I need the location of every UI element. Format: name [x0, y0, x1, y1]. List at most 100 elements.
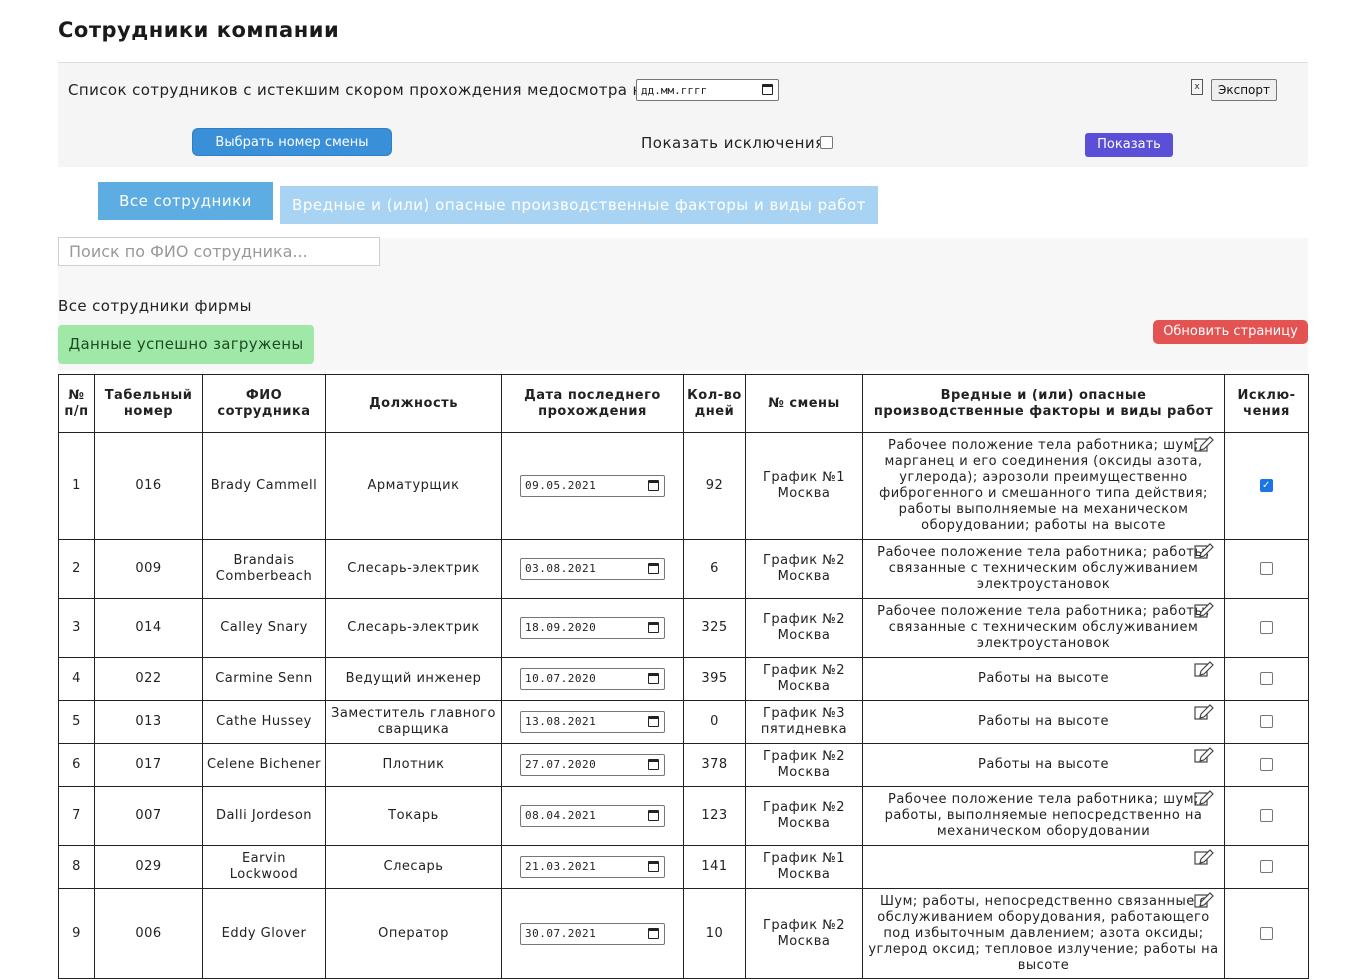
table-row: 1 016 Brady Cammell Арматурщик 09.05.2021 92 Г…	[58, 432, 1309, 540]
date-value: 03.08.2021	[525, 562, 597, 575]
cell-exceptions: ✓	[1224, 432, 1309, 540]
date-value: 08.04.2021	[525, 809, 597, 822]
edit-icon[interactable]	[1194, 892, 1214, 908]
date-value: 09.05.2021	[525, 479, 597, 492]
edit-icon[interactable]	[1194, 602, 1214, 618]
tab-all-employees[interactable]: Все сотрудники	[98, 182, 273, 220]
header-exceptions[interactable]: Исклю-чения	[1224, 374, 1309, 433]
cell-days: 395	[683, 657, 746, 701]
cell-tab-number: 013	[94, 700, 203, 744]
date-filter-input[interactable]: дд.мм.гггг	[636, 79, 779, 101]
exception-checkbox[interactable]	[1260, 715, 1273, 728]
cell-fio: Earvin Lockwood	[202, 845, 326, 889]
calendar-icon[interactable]	[648, 927, 659, 939]
calendar-icon[interactable]	[648, 861, 659, 872]
cell-fio: Brandais Comberbeach	[202, 539, 326, 599]
date-input[interactable]: 27.07.2020	[520, 754, 665, 776]
cell-num: 8	[58, 845, 95, 889]
calendar-icon[interactable]	[648, 480, 659, 491]
exception-checkbox[interactable]	[1260, 860, 1273, 873]
cell-days: 0	[683, 700, 746, 744]
cell-position: Слесарь-электрик	[325, 539, 502, 599]
exception-checkbox[interactable]	[1260, 621, 1273, 634]
employees-table: № п/п Табельный номер ФИО сотрудника Дол…	[58, 374, 1309, 979]
cell-position: Ведущий инженер	[325, 657, 502, 701]
cell-fio: Cathe Hussey	[202, 700, 326, 744]
date-input[interactable]: 03.08.2021	[520, 558, 665, 580]
cell-shift: График №1 Москва	[745, 845, 863, 889]
edit-icon[interactable]	[1194, 543, 1214, 559]
edit-icon[interactable]	[1194, 661, 1214, 677]
filter-panel: Список сотрудников с истекшим скором про…	[58, 62, 1308, 167]
date-input[interactable]: 10.07.2020	[520, 668, 665, 690]
cell-position: Арматурщик	[325, 432, 502, 540]
cell-harm: Рабочее положение тела работника; работы…	[862, 539, 1225, 599]
cell-num: 6	[58, 743, 95, 787]
date-value: 21.03.2021	[525, 860, 597, 873]
cell-date: 10.07.2020	[501, 657, 684, 701]
exception-checkbox[interactable]: ✓	[1260, 479, 1273, 492]
edit-icon[interactable]	[1194, 790, 1214, 806]
header-position[interactable]: Должность	[325, 374, 502, 433]
show-button[interactable]: Показать	[1085, 133, 1173, 157]
date-input[interactable]: 21.03.2021	[520, 856, 665, 878]
date-input[interactable]: 08.04.2021	[520, 805, 665, 827]
exception-checkbox[interactable]	[1260, 758, 1273, 771]
cell-tab-number: 007	[94, 786, 203, 846]
show-exceptions-checkbox[interactable]	[820, 136, 833, 149]
header-num[interactable]: № п/п	[58, 374, 95, 433]
date-input[interactable]: 09.05.2021	[520, 475, 665, 497]
exception-checkbox[interactable]	[1260, 926, 1273, 940]
exception-checkbox[interactable]	[1260, 809, 1273, 822]
cell-harm: Работы на высоте	[862, 657, 1225, 701]
date-input[interactable]: 13.08.2021	[520, 711, 665, 733]
date-value: 27.07.2020	[525, 758, 597, 771]
cell-exceptions	[1224, 786, 1309, 846]
select-shift-button[interactable]: Выбрать номер смены	[192, 128, 392, 156]
date-input[interactable]: 18.09.2020	[520, 617, 665, 639]
calendar-icon[interactable]	[648, 759, 659, 770]
excel-file-icon: x	[1191, 79, 1203, 95]
cell-num: 9	[58, 888, 95, 979]
cell-days: 92	[683, 432, 746, 540]
cell-shift: График №2 Москва	[745, 888, 863, 979]
header-fio[interactable]: ФИО сотрудника	[202, 374, 326, 433]
cell-tab-number: 017	[94, 743, 203, 787]
exception-checkbox[interactable]	[1260, 672, 1273, 685]
cell-days: 10	[683, 888, 746, 979]
section-label: Все сотрудники фирмы	[58, 297, 252, 315]
cell-num: 7	[58, 786, 95, 846]
cell-position: Слесарь-электрик	[325, 598, 502, 658]
cell-date: 30.07.2021	[501, 888, 684, 979]
header-days[interactable]: Кол-во дней	[683, 374, 746, 433]
header-tab-number[interactable]: Табельный номер	[94, 374, 203, 433]
date-input[interactable]: 30.07.2021	[520, 922, 665, 945]
tab-harmful-factors[interactable]: Вредные и (или) опасные производственные…	[280, 186, 878, 224]
cell-shift: График №2 Москва	[745, 598, 863, 658]
edit-icon[interactable]	[1194, 704, 1214, 720]
cell-tab-number: 022	[94, 657, 203, 701]
refresh-page-button[interactable]: Обновить страницу	[1153, 320, 1308, 344]
calendar-icon[interactable]	[762, 84, 773, 95]
calendar-icon[interactable]	[648, 716, 659, 727]
cell-date: 21.03.2021	[501, 845, 684, 889]
search-input[interactable]: Поиск по ФИО сотрудника...	[58, 237, 380, 266]
cell-tab-number: 029	[94, 845, 203, 889]
calendar-icon[interactable]	[648, 622, 659, 633]
edit-icon[interactable]	[1194, 436, 1214, 452]
header-harm[interactable]: Вредные и (или) опасные производственные…	[862, 374, 1225, 433]
header-last-date[interactable]: Дата последнего прохождения	[501, 374, 684, 433]
calendar-icon[interactable]	[648, 563, 659, 574]
cell-num: 5	[58, 700, 95, 744]
edit-icon[interactable]	[1194, 849, 1214, 865]
calendar-icon[interactable]	[648, 673, 659, 684]
cell-exceptions	[1224, 598, 1309, 658]
edit-icon[interactable]	[1194, 747, 1214, 763]
harm-text: Рабочее положение тела работника; работы…	[877, 604, 1210, 651]
export-button[interactable]: Экспорт	[1211, 79, 1277, 101]
header-shift[interactable]: № смены	[745, 374, 863, 433]
exception-checkbox[interactable]	[1260, 562, 1273, 575]
date-value: 10.07.2020	[525, 672, 597, 685]
calendar-icon[interactable]	[648, 810, 659, 821]
cell-shift: График №2 Москва	[745, 657, 863, 701]
